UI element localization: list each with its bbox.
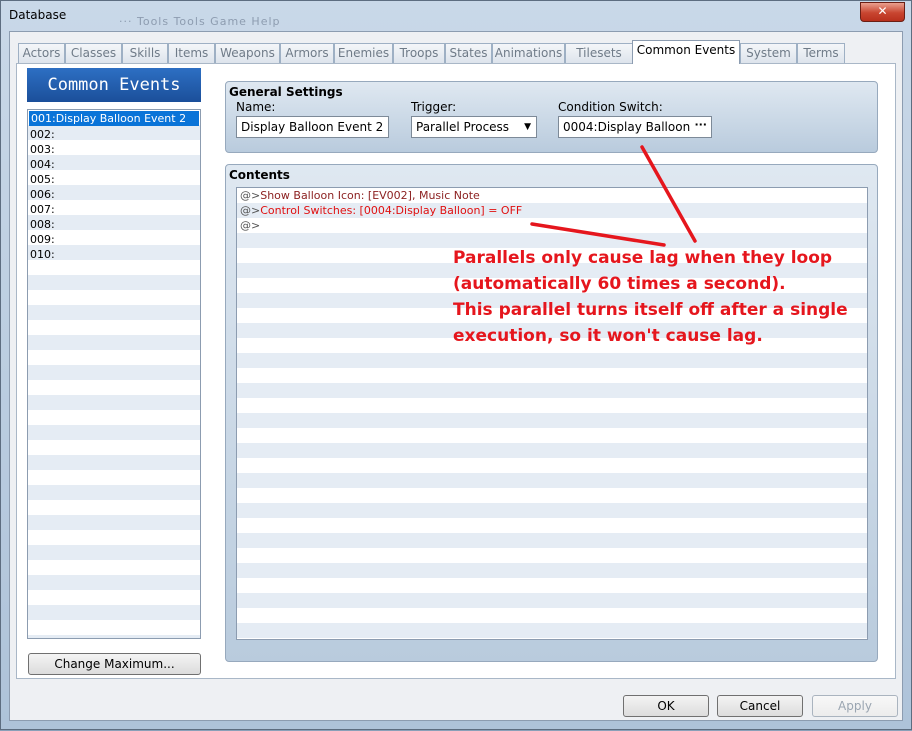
tab-system[interactable]: System	[740, 43, 797, 63]
trigger-value: Parallel Process	[416, 120, 510, 134]
tab-classes[interactable]: Classes	[65, 43, 122, 63]
tab-skills[interactable]: Skills	[122, 43, 168, 63]
list-item[interactable]: 010:	[28, 247, 200, 262]
tab-actors[interactable]: Actors	[18, 43, 65, 63]
cancel-button[interactable]: Cancel	[717, 695, 803, 717]
contents-group: Contents @>Show Balloon Icon: [EV002], M…	[225, 164, 878, 662]
tab-states[interactable]: States	[445, 43, 492, 63]
tab-armors[interactable]: Armors	[280, 43, 334, 63]
tab-tilesets[interactable]: Tilesets	[565, 43, 633, 63]
condition-switch-value: 0004:Display Balloon	[563, 120, 691, 134]
apply-button[interactable]: Apply	[812, 695, 898, 717]
command-row[interactable]: @>Show Balloon Icon: [EV002], Music Note	[237, 188, 867, 203]
tab-items[interactable]: Items	[168, 43, 215, 63]
tab-common-events[interactable]: Common Events	[632, 40, 740, 64]
tab-enemies[interactable]: Enemies	[334, 43, 393, 63]
annotation-text: Parallels only cause lag when they loop …	[453, 245, 848, 349]
list-item[interactable]: 005:	[28, 172, 200, 187]
command-text: Control Switches: [0004:Display Balloon]…	[260, 204, 523, 217]
command-text: Show Balloon Icon: [EV002], Music Note	[260, 189, 480, 202]
trigger-label: Trigger:	[411, 100, 457, 114]
command-row[interactable]: @>	[237, 218, 867, 233]
list-item[interactable]: 006:	[28, 187, 200, 202]
tab-weapons[interactable]: Weapons	[215, 43, 280, 63]
contents-title: Contents	[229, 168, 290, 182]
annotation-line: (automatically 60 times a second).	[453, 274, 786, 294]
general-settings-group: General Settings Name: Display Balloon E…	[225, 81, 878, 153]
command-prefix: @>	[240, 204, 261, 217]
condition-switch-label: Condition Switch:	[558, 100, 663, 114]
list-item[interactable]: 009:	[28, 232, 200, 247]
list-item[interactable]: 002:	[28, 127, 200, 142]
background-menu-ghost: ··· Tools Tools Game Help	[119, 15, 281, 28]
name-field[interactable]: Display Balloon Event 2	[236, 116, 389, 138]
close-icon: ✕	[877, 4, 888, 18]
tab-terms[interactable]: Terms	[797, 43, 845, 63]
list-item[interactable]: 001:Display Balloon Event 2	[29, 111, 199, 126]
common-events-header: Common Events	[27, 68, 201, 102]
condition-switch-field[interactable]: 0004:Display Balloon ···	[558, 116, 712, 138]
annotation-line: execution, so it won't cause lag.	[453, 326, 763, 346]
annotation-line: Parallels only cause lag when they loop	[453, 248, 833, 268]
general-settings-title: General Settings	[229, 85, 343, 99]
tab-animations[interactable]: Animations	[492, 43, 565, 63]
command-prefix: @>	[240, 219, 261, 232]
list-item[interactable]: 007:	[28, 202, 200, 217]
chevron-down-icon: ▼	[524, 122, 531, 132]
ok-button[interactable]: OK	[623, 695, 709, 717]
ellipsis-icon[interactable]: ···	[694, 117, 707, 135]
list-item[interactable]: 004:	[28, 157, 200, 172]
trigger-select[interactable]: Parallel Process ▼	[411, 116, 537, 138]
close-button[interactable]: ✕	[860, 2, 905, 22]
command-row[interactable]: @>Control Switches: [0004:Display Balloo…	[237, 203, 867, 218]
database-window: Database ··· Tools Tools Game Help ✕ Act…	[0, 0, 912, 730]
common-events-list[interactable]: 001:Display Balloon Event 2 002: 003: 00…	[27, 109, 201, 639]
list-item[interactable]: 003:	[28, 142, 200, 157]
title-bar[interactable]: Database ··· Tools Tools Game Help ✕	[1, 1, 911, 31]
window-title: Database	[9, 8, 67, 22]
command-prefix: @>	[240, 189, 261, 202]
change-maximum-button[interactable]: Change Maximum...	[28, 653, 201, 675]
tab-troops[interactable]: Troops	[393, 43, 445, 63]
list-item[interactable]: 008:	[28, 217, 200, 232]
annotation-line: This parallel turns itself off after a s…	[453, 300, 848, 320]
name-label: Name:	[236, 100, 276, 114]
database-client: Actors Classes Skills Items Weapons Armo…	[9, 31, 903, 721]
